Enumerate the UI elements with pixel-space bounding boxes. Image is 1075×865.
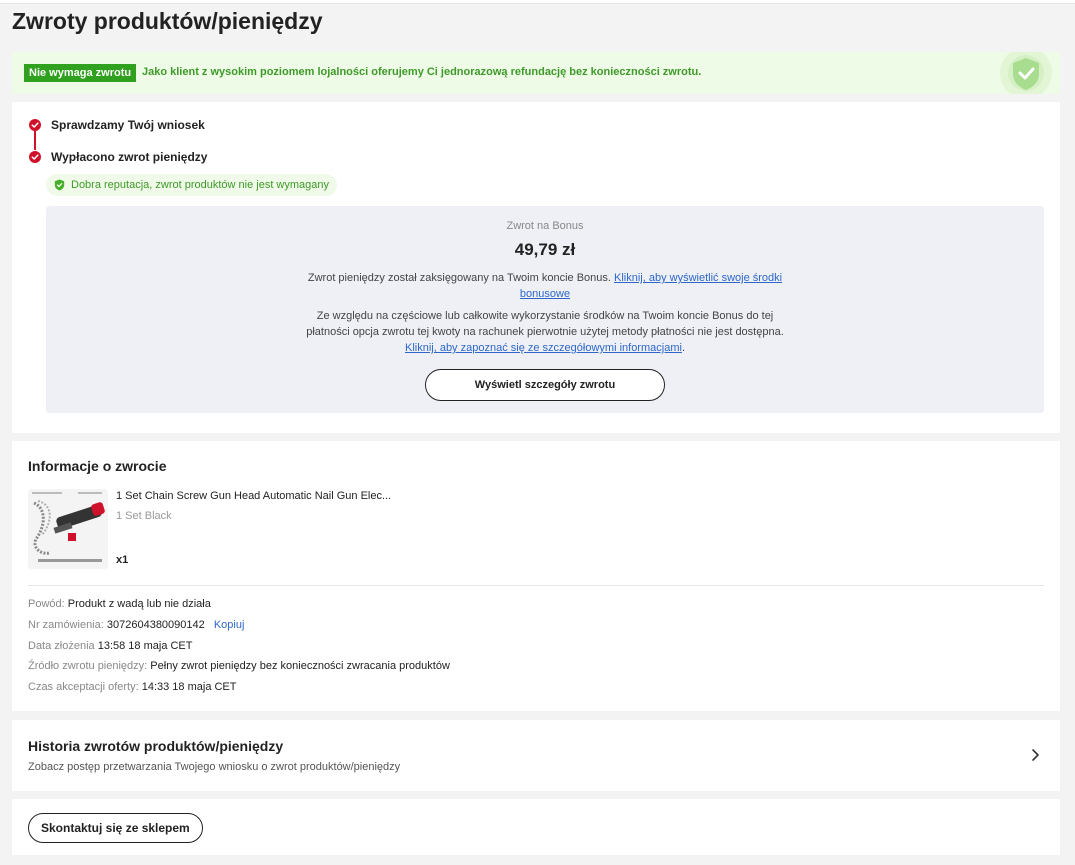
refund-restriction-text: Ze względu na częściowe lub całkowite wy… — [295, 308, 795, 356]
return-info-title: Informacje o zwrocie — [28, 458, 167, 474]
shield-icon — [54, 179, 65, 191]
submission-date-label: Data złożenia — [28, 640, 95, 652]
reason-row: Powód: Produkt z wadą lub nie działa — [28, 598, 211, 610]
reason-label: Powód: — [28, 598, 65, 610]
shield-check-icon — [1000, 52, 1052, 94]
contact-card: Skontaktuj się ze sklepem — [12, 799, 1060, 855]
divider — [28, 585, 1044, 586]
product-name[interactable]: 1 Set Chain Screw Gun Head Automatic Nai… — [116, 490, 391, 502]
status-step-checking: Sprawdzamy Twój wniosek — [29, 118, 205, 132]
loyalty-banner: Nie wymaga zwrotu Jako klient z wysokim … — [12, 52, 1060, 94]
acceptance-time-row: Czas akceptacji oferty: 14:33 18 maja CE… — [28, 681, 237, 693]
step-connector — [34, 130, 36, 150]
top-bar — [0, 0, 1075, 4]
refund-summary-panel: Zwrot na Bonus 49,79 zł Zwrot pieniędzy … — [46, 206, 1044, 413]
bonus-info-sentence: Zwrot pieniędzy został zaksięgowany na T… — [307, 272, 611, 284]
product-thumbnail[interactable] — [28, 489, 108, 569]
sentence-end: . — [681, 342, 685, 354]
submission-date-value: 13:58 18 maja CET — [97, 640, 193, 652]
refund-amount: 49,79 zł — [514, 240, 576, 259]
step-label: Sprawdzamy Twój wniosek — [51, 118, 205, 132]
contact-store-button[interactable]: Skontaktuj się ze sklepem — [28, 813, 203, 843]
refund-source-value: Pełny zwrot pieniędzy bez konieczności z… — [150, 660, 450, 672]
return-history-title: Historia zwrotów produktów/pieniędzy — [28, 738, 284, 754]
chevron-right-icon[interactable] — [1030, 748, 1040, 762]
status-step-paid: Wypłacono zwrot pieniędzy — [29, 150, 207, 164]
submission-date-row: Data złożenia 13:58 18 maja CET — [28, 640, 193, 652]
return-history-subtitle: Zobacz postęp przetwarzania Twojego wnio… — [28, 761, 401, 773]
restriction-sentence: Ze względu na częściowe lub całkowite wy… — [306, 310, 784, 338]
copy-order-number-link[interactable]: Kopiuj — [214, 619, 245, 631]
check-icon — [29, 151, 41, 163]
bonus-info-text: Zwrot pieniędzy został zaksięgowany na T… — [295, 270, 795, 302]
return-info-card: Informacje o zwrocie 1 Set Chain Screw G… — [12, 441, 1060, 711]
page-title: Zwroty produktów/pieniędzy — [12, 8, 323, 34]
reputation-badge: Dobra reputacja, zwrot produktów nie jes… — [46, 174, 338, 196]
refund-status-card: Sprawdzamy Twój wniosek Wypłacono zwrot … — [12, 102, 1060, 433]
refund-source-row: Źródło zwrotu pieniędzy: Pełny zwrot pie… — [28, 660, 450, 672]
reputation-text: Dobra reputacja, zwrot produktów nie jes… — [71, 179, 330, 191]
product-quantity: x1 — [116, 554, 129, 566]
acceptance-time-value: 14:33 18 maja CET — [141, 681, 237, 693]
refund-source-label: Źródło zwrotu pieniędzy: — [28, 660, 148, 672]
step-label: Wypłacono zwrot pieniędzy — [51, 150, 208, 164]
details-info-link[interactable]: Kliknij, aby zapoznać się ze szczegółowy… — [405, 342, 682, 354]
no-return-badge: Nie wymaga zwrotu — [24, 64, 137, 82]
order-number-label: Nr zamówienia: — [28, 619, 104, 631]
return-history-card[interactable]: Historia zwrotów produktów/pieniędzy Zob… — [12, 720, 1060, 791]
product-variant: 1 Set Black — [116, 510, 172, 522]
acceptance-time-label: Czas akceptacji oferty: — [28, 681, 139, 693]
loyalty-message: Jako klient z wysokim poziomem lojalnośc… — [142, 66, 702, 78]
refund-subtitle: Zwrot na Bonus — [506, 220, 584, 232]
view-refund-details-button[interactable]: Wyświetl szczegóły zwrotu — [425, 369, 665, 401]
order-number-value: 3072604380090142 — [106, 619, 205, 631]
reason-value: Produkt z wadą lub nie działa — [67, 598, 211, 610]
order-number-row: Nr zamówienia: 3072604380090142 Kopiuj — [28, 619, 244, 631]
